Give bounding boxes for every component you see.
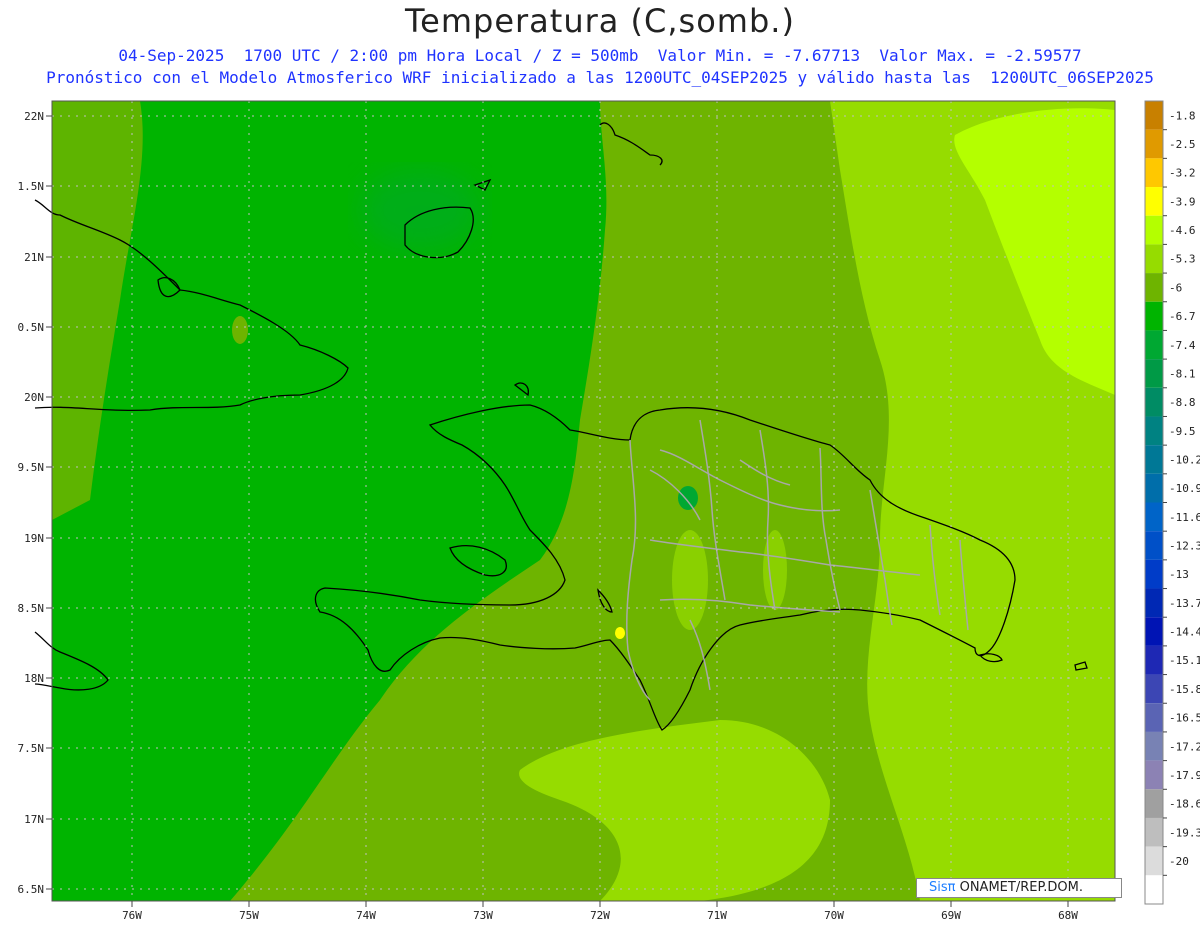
legend-swatch: [1145, 129, 1163, 159]
legend-label: -7.4: [1169, 339, 1196, 352]
legend-label: -6.7: [1169, 310, 1196, 323]
legend-label: -4.6: [1169, 224, 1196, 237]
legend-label: -17.9: [1169, 769, 1200, 782]
legend-label: -8.1: [1169, 367, 1196, 380]
credit-text: ONAMET/REP.DOM.: [955, 880, 1083, 895]
legend-swatch: [1145, 588, 1163, 618]
lon-label: 71W: [707, 909, 727, 922]
legend-swatch: [1145, 846, 1163, 876]
forecast-map: 22N 1.5N 21N 0.5N 20N 9.5N 19N 8.5N 18N …: [18, 100, 1200, 922]
lon-labels: 76W 75W 74W 73W 72W 71W 70W 69W 68W: [122, 909, 1078, 922]
legend-label: -13: [1169, 568, 1189, 581]
lat-label: 18N: [24, 672, 44, 685]
legend-swatch: [1145, 531, 1163, 560]
legend-label: -6: [1169, 281, 1182, 294]
legend-swatch: [1145, 760, 1163, 790]
lat-label: 20N: [24, 391, 44, 404]
color-legend: -1.8 -2.5 -3.2 -3.9 -4.6 -5.3 -6 -6.7 -7.4 -8.1 -8…: [1144, 100, 1200, 905]
legend-swatch: [1145, 817, 1163, 847]
lat-label: 17N: [24, 813, 44, 826]
model-info-line: Pronóstico con el Modelo Atmosferico WRF…: [46, 68, 1154, 87]
legend-swatch: [1145, 330, 1163, 360]
legend-swatch: [1145, 158, 1163, 188]
lat-label: 22N: [24, 110, 44, 123]
lat-label: 6.5N: [18, 883, 45, 896]
legend-swatch: [1145, 387, 1163, 417]
lat-label: 7.5N: [18, 742, 45, 755]
lon-label: 70W: [824, 909, 844, 922]
legend-swatch: [1145, 187, 1163, 216]
legend-label: -11.6: [1169, 511, 1200, 524]
legend-swatch: [1145, 789, 1163, 818]
legend-label: -9.5: [1169, 425, 1196, 438]
legend-label: -1.8: [1169, 109, 1196, 122]
temperature-field: [52, 101, 1115, 901]
map-title: Temperatura (C,somb.): [405, 2, 795, 40]
legend-label: -14.4: [1169, 626, 1200, 639]
lat-label: 21N: [24, 251, 44, 264]
lat-label: 0.5N: [18, 321, 45, 334]
legend-swatch: [1145, 445, 1163, 474]
lon-label: 76W: [122, 909, 142, 922]
lon-label: 74W: [356, 909, 376, 922]
legend-swatch: [1145, 617, 1163, 646]
lat-label: 1.5N: [18, 180, 45, 193]
legend-label: -18.6: [1169, 798, 1200, 811]
lon-label: 72W: [590, 909, 610, 922]
legend-swatch: [1145, 502, 1163, 532]
legend-label: -8.8: [1169, 396, 1196, 409]
legend-swatch: [1145, 559, 1163, 589]
legend-label: -5.3: [1169, 253, 1196, 266]
lon-label: 75W: [239, 909, 259, 922]
legend-label: -15.8: [1169, 683, 1200, 696]
lat-label: 8.5N: [18, 602, 45, 615]
lon-label: 73W: [473, 909, 493, 922]
legend-swatch: [1145, 645, 1163, 675]
lat-label: 9.5N: [18, 461, 45, 474]
legend-label: -12.3: [1169, 540, 1200, 553]
legend-swatch: [1145, 731, 1163, 761]
legend-swatch: [1145, 473, 1163, 503]
legend-swatch: [1145, 215, 1163, 245]
legend-swatch: [1145, 875, 1163, 904]
legend-label: -17.2: [1169, 740, 1200, 753]
legend-label: -3.9: [1169, 195, 1196, 208]
legend-label: -10.2: [1169, 453, 1200, 466]
lat-label: 19N: [24, 532, 44, 545]
legend-swatch: [1145, 301, 1163, 331]
legend-label: -20: [1169, 855, 1189, 868]
legend-swatch: [1145, 273, 1163, 302]
legend-label: -3.2: [1169, 167, 1196, 180]
legend-swatch: [1145, 703, 1163, 732]
legend-label: -2.5: [1169, 138, 1196, 151]
legend-label: -15.1: [1169, 654, 1200, 667]
legend-swatch: [1145, 416, 1163, 446]
credit-brand: Sisπ: [929, 880, 956, 895]
legend-swatch: [1145, 674, 1163, 704]
legend-label: -10.9: [1169, 482, 1200, 495]
valid-time-line: 04-Sep-2025 1700 UTC / 2:00 pm Hora Loca…: [118, 46, 1082, 65]
legend-label: -16.5: [1169, 712, 1200, 725]
lon-label: 68W: [1058, 909, 1078, 922]
lat-labels: 22N 1.5N 21N 0.5N 20N 9.5N 19N 8.5N 18N …: [18, 110, 45, 896]
legend-swatch: [1145, 244, 1163, 274]
legend-label: -13.7: [1169, 597, 1200, 610]
legend-swatch: [1145, 101, 1163, 130]
credit-box: Sisπ ONAMET/REP.DOM.: [916, 878, 1122, 898]
legend-label: -19.3: [1169, 826, 1200, 839]
lon-label: 69W: [941, 909, 961, 922]
legend-swatch: [1145, 359, 1163, 388]
